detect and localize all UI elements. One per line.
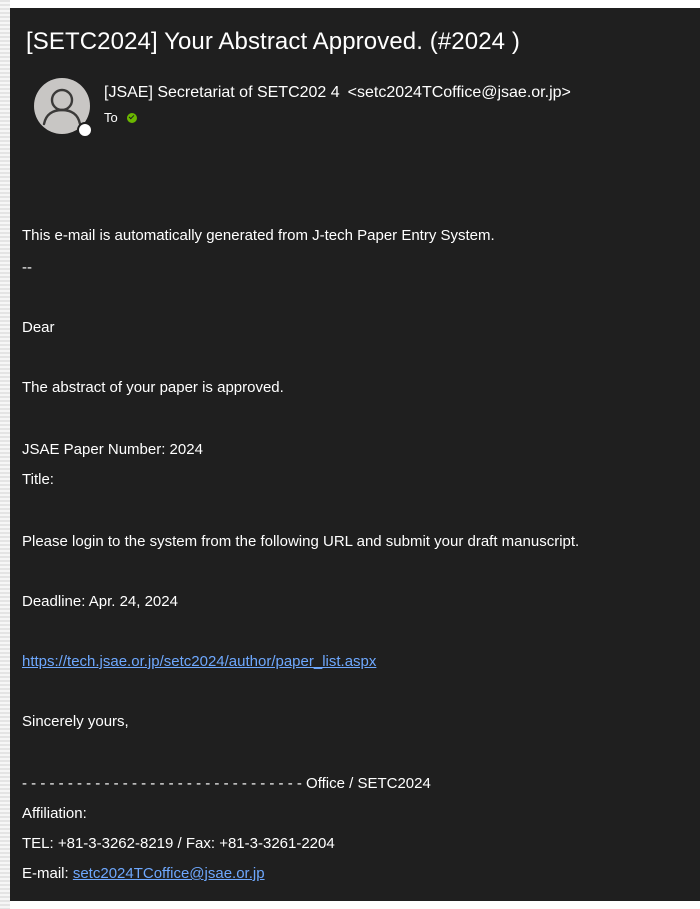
body-line-intro: This e-mail is automatically generated f… [22, 227, 495, 244]
body-line-tel-fax: TEL: +81-3-3262-8219 / Fax: +81-3-3261-2… [22, 835, 335, 852]
presence-status-icon [77, 122, 93, 138]
body-line-paper-number: JSAE Paper Number: 2024 [22, 441, 203, 458]
paper-list-link-line: https://tech.jsae.or.jp/setc2024/author/… [22, 653, 376, 670]
body-line-email: E-mail: setc2024TCoffice@jsae.or.jp [22, 865, 265, 882]
recipient-status-icon[interactable] [126, 112, 137, 123]
body-line-separator: -- [22, 259, 32, 276]
email-subject: [SETC2024] Your Abstract Approved. (#202… [26, 28, 520, 55]
sender-name[interactable]: [JSAE] Secretariat of SETC202 4 [104, 84, 340, 101]
office-email-link[interactable]: setc2024TCoffice@jsae.or.jp [73, 865, 265, 882]
email-label: E-mail: [22, 865, 73, 882]
email-reading-pane: [SETC2024] Your Abstract Approved. (#202… [10, 8, 700, 901]
body-line-deadline: Deadline: Apr. 24, 2024 [22, 593, 178, 610]
body-line-closing: Sincerely yours, [22, 713, 129, 730]
recipient-line: To [104, 110, 137, 125]
signature-separator: - - - - - - - - - - - - - - - - - - - - … [22, 775, 431, 792]
paper-list-link[interactable]: https://tech.jsae.or.jp/setc2024/author/… [22, 653, 376, 670]
to-label: To [104, 110, 118, 125]
sender-email[interactable]: <setc2024TCoffice@jsae.or.jp> [348, 84, 571, 101]
body-line-approved: The abstract of your paper is approved. [22, 379, 284, 396]
body-line-dear: Dear [22, 319, 55, 336]
top-background-strip [10, 0, 700, 8]
sender-info[interactable]: [JSAE] Secretariat of SETC202 4 <setc2024… [104, 84, 571, 102]
body-line-login: Please login to the system from the foll… [22, 533, 580, 550]
body-line-affiliation: Affiliation: [22, 805, 87, 822]
body-line-title: Title: [22, 471, 54, 488]
bottom-background-strip [10, 901, 700, 909]
left-background-strip [0, 0, 10, 909]
